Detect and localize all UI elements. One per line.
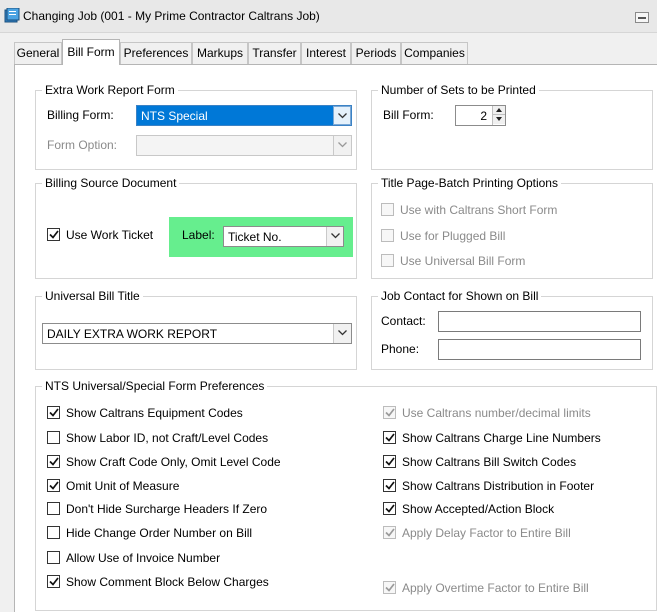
extra-work-title: Extra Work Report Form: [42, 83, 178, 97]
form-option-label: Form Option:: [47, 138, 118, 152]
title-page-group: Title Page-Batch Printing Options Use wi…: [371, 176, 653, 279]
universal-title-select[interactable]: DAILY EXTRA WORK REPORT: [42, 323, 352, 344]
contact-input[interactable]: [438, 311, 641, 332]
nts-prefs-title: NTS Universal/Special Form Preferences: [42, 379, 268, 393]
tab-bill-form[interactable]: Bill Form: [62, 39, 120, 65]
nts-left-label-0: Show Caltrans Equipment Codes: [66, 406, 243, 420]
universal-bill-form-label: Use Universal Bill Form: [400, 254, 526, 268]
caltrans-short-form-label: Use with Caltrans Short Form: [400, 203, 558, 217]
use-work-ticket-label: Use Work Ticket: [66, 228, 154, 242]
tab-periods[interactable]: Periods: [351, 42, 401, 64]
nts-left-label-7: Show Comment Block Below Charges: [66, 575, 269, 589]
sets-bill-form-value: 2: [480, 109, 487, 123]
stepper-up-icon[interactable]: [493, 106, 505, 115]
tab-preferences[interactable]: Preferences: [120, 42, 192, 64]
universal-bill-form-checkbox[interactable]: [381, 254, 394, 267]
job-contact-group: Job Contact for Shown on Bill Contact: P…: [371, 289, 653, 370]
nts-right-checkbox-6[interactable]: [383, 581, 396, 594]
nts-right-checkbox-3[interactable]: [383, 479, 396, 492]
nts-right-checkbox-1[interactable]: [383, 431, 396, 444]
nts-right-label-1: Show Caltrans Charge Line Numbers: [402, 431, 601, 445]
ticket-label-value: Ticket No.: [228, 230, 282, 244]
nts-right-checkbox-0[interactable]: [383, 406, 396, 419]
nts-left-checkbox-3[interactable]: [47, 479, 60, 492]
tab-markups[interactable]: Markups: [192, 42, 248, 64]
tab-interest[interactable]: Interest: [301, 42, 351, 64]
chevron-down-icon[interactable]: [333, 136, 351, 155]
billing-form-value: NTS Special: [141, 109, 208, 123]
tab-companies[interactable]: Companies: [401, 42, 468, 64]
label-field-label: Label:: [182, 228, 215, 242]
nts-left-checkbox-0[interactable]: [47, 406, 60, 419]
nts-right-label-3: Show Caltrans Distribution in Footer: [402, 479, 595, 493]
billing-form-label: Billing Form:: [47, 108, 114, 122]
use-work-ticket-checkbox[interactable]: [47, 228, 60, 241]
billing-form-select[interactable]: NTS Special: [136, 105, 352, 126]
plugged-bill-checkbox[interactable]: [381, 229, 394, 242]
source-doc-title: Billing Source Document: [42, 176, 180, 190]
nts-left-label-5: Hide Change Order Number on Bill: [66, 526, 253, 540]
contact-label: Contact:: [381, 314, 426, 328]
minimize-button[interactable]: [635, 12, 649, 23]
nts-right-label-2: Show Caltrans Bill Switch Codes: [402, 455, 577, 469]
plugged-bill-label: Use for Plugged Bill: [400, 229, 506, 243]
title-bar: Changing Job (001 - My Prime Contractor …: [0, 0, 657, 33]
nts-left-checkbox-2[interactable]: [47, 455, 60, 468]
source-doc-group: Billing Source Document Use Work Ticket …: [35, 176, 357, 279]
universal-title-value: DAILY EXTRA WORK REPORT: [47, 327, 218, 341]
nts-right-checkbox-4[interactable]: [383, 502, 396, 515]
tab-general[interactable]: General: [14, 42, 62, 64]
nts-left-checkbox-1[interactable]: [47, 431, 60, 444]
nts-right-label-5: Apply Delay Factor to Entire Bill: [402, 526, 571, 540]
phone-input[interactable]: [438, 339, 641, 360]
nts-right-checkbox-2[interactable]: [383, 455, 396, 468]
universal-title-group: Universal Bill Title DAILY EXTRA WORK RE…: [35, 289, 357, 370]
nts-left-checkbox-6[interactable]: [47, 551, 60, 564]
nts-right-label-0: Use Caltrans number/decimal limits: [402, 406, 591, 420]
caltrans-short-form-checkbox[interactable]: [381, 203, 394, 216]
nts-right-label-4: Show Accepted/Action Block: [402, 502, 555, 516]
window-title: Changing Job (001 - My Prime Contractor …: [23, 9, 320, 23]
nts-right-label-6: Apply Overtime Factor to Entire Bill: [402, 581, 589, 595]
sets-bill-form-label: Bill Form:: [383, 108, 434, 122]
sets-bill-form-stepper[interactable]: 2: [455, 105, 506, 126]
job-contact-title: Job Contact for Shown on Bill: [378, 289, 542, 303]
nts-left-label-6: Allow Use of Invoice Number: [66, 551, 221, 565]
nts-prefs-group: NTS Universal/Special Form Preferences S…: [35, 379, 657, 611]
nts-left-label-2: Show Craft Code Only, Omit Level Code: [66, 455, 281, 469]
nts-left-label-4: Don't Hide Surcharge Headers If Zero: [66, 502, 268, 516]
stepper-down-icon[interactable]: [493, 115, 505, 124]
chevron-down-icon[interactable]: [326, 227, 343, 246]
nts-left-label-1: Show Labor ID, not Craft/Level Codes: [66, 431, 269, 445]
nts-left-checkbox-7[interactable]: [47, 575, 60, 588]
tab-transfer[interactable]: Transfer: [248, 42, 301, 64]
sets-group: Number of Sets to be Printed Bill Form: …: [371, 83, 653, 170]
stepper-buttons: [492, 106, 505, 125]
sets-title: Number of Sets to be Printed: [378, 83, 539, 97]
ticket-label-select[interactable]: Ticket No.: [223, 226, 344, 247]
nts-right-checkbox-5[interactable]: [383, 526, 396, 539]
nts-left-checkbox-5[interactable]: [47, 526, 60, 539]
universal-title-title: Universal Bill Title: [42, 289, 143, 303]
title-page-title: Title Page-Batch Printing Options: [378, 176, 561, 190]
chevron-down-icon[interactable]: [333, 324, 351, 343]
nts-left-label-3: Omit Unit of Measure: [66, 479, 180, 493]
phone-label: Phone:: [381, 342, 420, 356]
extra-work-group: Extra Work Report Form Billing Form: NTS…: [35, 83, 357, 170]
nts-left-checkbox-4[interactable]: [47, 502, 60, 515]
bill-form-panel: Extra Work Report Form Billing Form: NTS…: [14, 64, 657, 612]
chevron-down-icon[interactable]: [333, 106, 351, 125]
form-option-select[interactable]: [136, 135, 352, 156]
app-icon: [4, 8, 20, 23]
